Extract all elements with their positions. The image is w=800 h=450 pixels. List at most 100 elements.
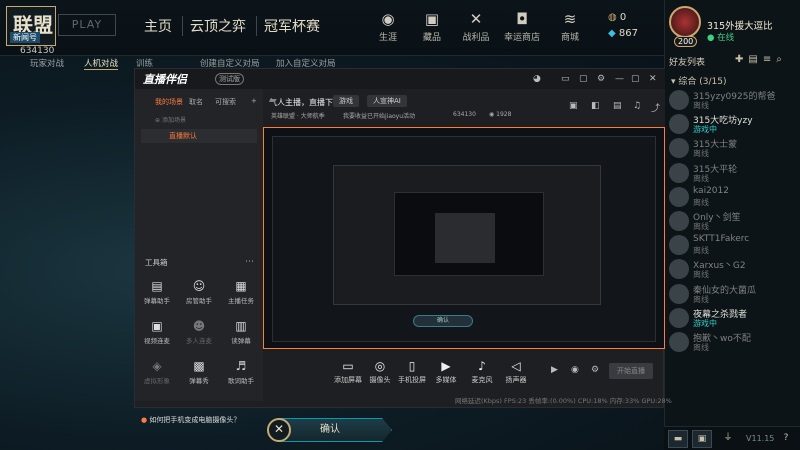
friend-item[interactable]: 夜幕之杀戮者 游戏中 [669, 306, 797, 330]
profile-tab[interactable]: ◉ 生涯 [368, 10, 408, 43]
tool-item[interactable]: ▩ 弹幕秀 [181, 359, 217, 385]
collection-label: 藏品 [422, 33, 441, 43]
tool-label: 主播任务 [228, 297, 254, 305]
friend-status: 游戏中 [693, 318, 717, 328]
friend-item[interactable]: 抱歉丶wo不配 离线 [669, 330, 797, 354]
tool-item[interactable]: ▤ 弹幕助手 [139, 279, 175, 305]
play-button[interactable]: PLAY [58, 14, 116, 36]
voice-button[interactable]: ⏚ [718, 430, 738, 448]
minimize-icon[interactable]: — [615, 74, 624, 84]
camera-button[interactable]: ◎ 摄像头 [363, 359, 397, 385]
avatar[interactable] [669, 6, 701, 38]
tool-item[interactable]: ▥ 读弹幕 [223, 319, 259, 345]
friend-item[interactable]: kai2012 离线 [669, 185, 797, 209]
avatar-icon[interactable]: ◕ [533, 74, 541, 84]
profile-card[interactable]: 200 315外援大逗比 ● 在线 [665, 0, 800, 48]
friend-avatar [669, 259, 689, 280]
add-scene-link[interactable]: ⊕ 添加场景 [155, 115, 186, 124]
eye-icon[interactable]: ◉ [571, 365, 579, 375]
stream-preview[interactable]: 确认 [263, 127, 665, 349]
bell-icon[interactable]: ♫ [633, 101, 641, 111]
gear-icon[interactable]: ⚙ [591, 365, 599, 375]
subnav-coop[interactable]: 人机对战 [84, 57, 119, 70]
friend-item[interactable]: 秦仙女的大菌瓜 离线 [669, 282, 797, 306]
tool-item[interactable]: ▣ 视频连麦 [139, 319, 175, 345]
friend-item[interactable]: 315大士蒙 离线 [669, 136, 797, 160]
share-icon[interactable]: ⤴ [651, 101, 660, 114]
loot-tab[interactable]: ✕ 战利品 [456, 10, 496, 43]
chat-button[interactable]: ▬ [668, 430, 688, 448]
nav-home[interactable]: 主页 [144, 16, 172, 36]
game-logo[interactable]: 联盟 新闻号 [6, 6, 56, 46]
nav-clash[interactable]: 冠军杯赛 [264, 16, 320, 36]
tool-item[interactable]: ☺ 房管助手 [181, 279, 217, 305]
phone-cast-button[interactable]: ▯ 手机投屏 [395, 359, 429, 385]
tag-pill[interactable]: 人宣神AI [367, 95, 407, 107]
close-icon[interactable]: ✕ [649, 74, 657, 84]
tool-label: 视频连麦 [144, 337, 170, 345]
tool-item[interactable]: ☻ 多人连麦 [181, 319, 217, 345]
tool-icon: ▣ [151, 319, 163, 333]
tab-search[interactable]: 可搜索 [215, 97, 236, 107]
tool-item[interactable]: ◈ 虚拟形象 [139, 359, 175, 385]
gift-icon[interactable]: ▢ [579, 74, 588, 84]
close-button[interactable]: ✕ [267, 418, 291, 442]
tool-item[interactable]: ♬ 歌词助手 [223, 359, 259, 385]
search-icon[interactable]: ⌕ [776, 54, 787, 65]
friends-title: 好友列表 [669, 58, 706, 68]
friend-status: 离线 [693, 197, 709, 207]
folder-icon[interactable]: ▤ [748, 54, 762, 65]
start-live-button[interactable]: 开始直播 [609, 363, 653, 379]
microphone-button[interactable]: ♪ 麦克风 [465, 359, 499, 385]
settings-icon[interactable]: ⚙ [597, 74, 605, 84]
hint-label: 如何把手机变成电脑摄像头？ [149, 416, 241, 424]
friend-item[interactable]: 315大平轮 离线 [669, 161, 797, 185]
friend-status: 游戏中 [693, 125, 717, 135]
list-icon[interactable]: ≡ [763, 54, 776, 65]
friend-avatar [669, 332, 689, 352]
friend-avatar [669, 138, 689, 159]
profile-status-text: 在线 [717, 33, 735, 43]
friend-item[interactable]: 315大吃坊yzy 游戏中 [669, 112, 797, 136]
record-icon[interactable]: ◧ [591, 101, 600, 111]
friend-group-header[interactable]: ▾ 综合 (3/15) [671, 74, 727, 87]
profile-status[interactable]: ● 在线 [707, 31, 734, 43]
video-icon[interactable]: ▶ [551, 365, 558, 375]
hint-text[interactable]: ● 如何把手机变成电脑摄像头？ [141, 415, 240, 425]
clip-icon[interactable]: ▤ [613, 101, 622, 111]
friend-item[interactable]: Only丶剑笙 离线 [669, 209, 797, 233]
viewers-value: 1928 [496, 111, 512, 118]
mission-button[interactable]: ▣ [692, 430, 712, 448]
tool-item[interactable]: ▦ 主播任务 [223, 279, 259, 305]
media-button[interactable]: ▶ 多媒体 [429, 359, 463, 385]
add-tab-icon[interactable]: + [251, 97, 257, 105]
lucky-shop-tab[interactable]: ◘ 幸运商店 [502, 10, 542, 43]
add-screen-button[interactable]: ▭ 添加屏幕 [331, 359, 365, 385]
stream-title: 气人主播，直播下分 [269, 98, 341, 107]
lucky-shop-label: 幸运商店 [503, 33, 540, 43]
nav-tft[interactable]: 云顶之弈 [190, 16, 246, 36]
friend-item[interactable]: SKTT1Fakerc 离线 [669, 233, 797, 257]
collection-tab[interactable]: ▣ 藏品 [412, 10, 452, 43]
gold-coin-icon: ◍ [608, 12, 620, 23]
friend-item[interactable]: 315yzy0925的帮爸 离线 [669, 88, 797, 112]
add-friend-icon[interactable]: ✚ [735, 54, 748, 65]
maximize-icon[interactable]: ▢ [631, 74, 640, 84]
speaker-button[interactable]: ◁ 扬声器 [499, 359, 533, 385]
store-label: 商城 [560, 33, 579, 43]
tool-label: 歌词助手 [228, 377, 254, 385]
friend-item[interactable]: Xarxus丶G2 离线 [669, 257, 797, 281]
layout-icon[interactable]: ▣ [569, 101, 578, 111]
tab-name[interactable]: 取名 [189, 97, 203, 107]
message-icon[interactable]: ▭ [561, 74, 570, 84]
level-badge: 200 [674, 36, 698, 47]
scene-item[interactable]: 直播默认 [141, 129, 257, 143]
more-icon[interactable]: ⋯ [245, 257, 254, 267]
category-pill[interactable]: 游戏 [333, 95, 359, 107]
store-tab[interactable]: ≋ 商城 [550, 10, 590, 43]
tool-icon: ▩ [193, 359, 205, 373]
subnav-pvp[interactable]: 玩家对战 [30, 57, 64, 69]
shop-bag-icon: ◘ [516, 10, 528, 28]
help-button[interactable]: ? [776, 430, 796, 448]
tab-my-scenes[interactable]: 我的场景 [155, 97, 183, 107]
